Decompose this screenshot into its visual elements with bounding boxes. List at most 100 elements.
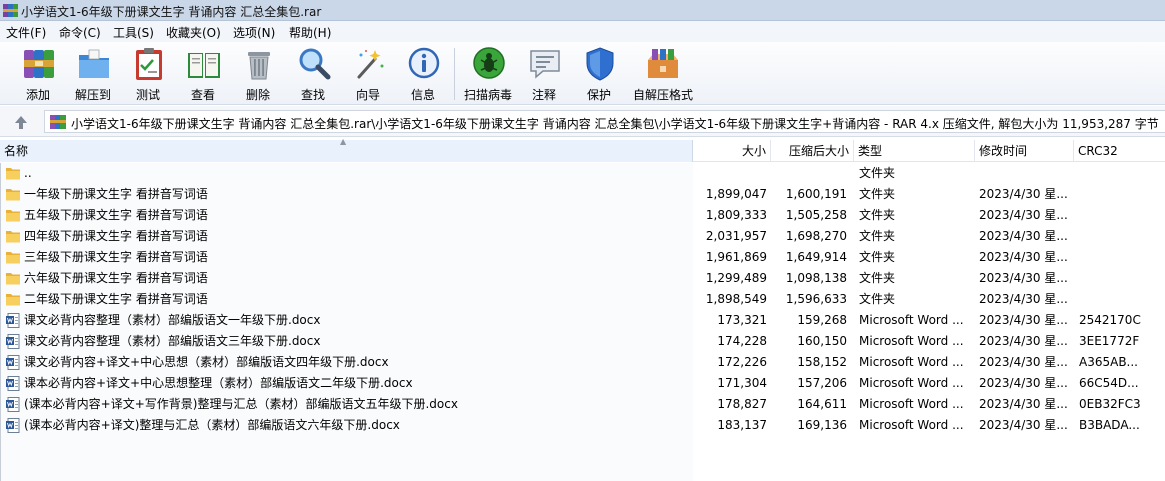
wizard-button[interactable]: 向导 — [338, 46, 398, 102]
row-size: 1,961,869 — [705, 250, 767, 264]
sfx-button[interactable]: 自解压格式 — [632, 46, 694, 102]
toolbar: 添加 解压到 测试 查看 删除 查找 向导 信息 扫描病毒 注释 保护 自解压格… — [0, 42, 1165, 105]
menu-help[interactable]: 帮助(H) — [289, 24, 331, 41]
row-type: Microsoft Word ... — [859, 313, 964, 327]
row-type: 文件夹 — [859, 250, 896, 264]
row-type: Microsoft Word ... — [859, 418, 964, 432]
row-size: 174,228 — [717, 334, 767, 348]
file-list: .. 文件夹 一年级下册课文生字 看拼音写词语 1,899,047 1,600,191 文… — [0, 163, 1165, 481]
extract-to-button[interactable]: 解压到 — [63, 46, 123, 102]
wizard-wand-icon — [357, 50, 384, 79]
row-size: 1,809,333 — [705, 208, 767, 222]
row-crc: 2542170C — [1079, 313, 1141, 327]
row-type: 文件夹 — [859, 166, 896, 180]
test-button[interactable]: 测试 — [118, 46, 178, 102]
folder-row[interactable]: 二年级下册课文生字 看拼音写词语 1,898,549 1,596,633 文件夹 202… — [0, 289, 1165, 310]
test-clipboard-icon — [136, 48, 162, 80]
header-name[interactable]: 名称 ▲ — [0, 137, 693, 162]
menu-tools[interactable]: 工具(S) — [113, 24, 154, 41]
add-button[interactable]: 添加 — [8, 46, 68, 102]
header-crc[interactable]: CRC32 — [1074, 140, 1165, 162]
row-name: 一年级下册课文生字 看拼音写词语 — [24, 187, 208, 201]
find-button[interactable]: 查找 — [283, 46, 343, 102]
folder-row[interactable]: 一年级下册课文生字 看拼音写词语 1,899,047 1,600,191 文件夹 202… — [0, 184, 1165, 205]
comment-icon — [530, 50, 560, 79]
row-packed-size: 1,596,633 — [785, 292, 847, 306]
row-crc — [1079, 247, 1161, 268]
row-modified — [979, 163, 1071, 184]
row-size: 1,899,047 — [705, 187, 767, 201]
row-modified: 2023/4/30 星... — [979, 292, 1068, 306]
header-name-label: 名称 — [4, 144, 29, 158]
folder-icon — [6, 231, 20, 243]
row-modified: 2023/4/30 星... — [979, 418, 1068, 432]
path-text: 小学语文1-6年级下册课文生字 背诵内容 汇总全集包.rar\小学语文1-6年级… — [71, 117, 1159, 131]
virus-scan-button[interactable]: 扫描病毒 — [458, 46, 518, 102]
archive-path-icon — [50, 115, 66, 129]
virus-scan-icon — [473, 47, 505, 79]
menu-commands[interactable]: 命令(C) — [59, 24, 101, 41]
folder-row[interactable]: 四年级下册课文生字 看拼音写词语 2,031,957 1,698,270 文件夹 202… — [0, 226, 1165, 247]
row-crc: B3BADA... — [1079, 418, 1140, 432]
protect-label: 保护 — [586, 88, 611, 102]
path-bar: 小学语文1-6年级下册课文生字 背诵内容 汇总全集包.rar\小学语文1-6年级… — [0, 106, 1165, 137]
row-type: 文件夹 — [859, 229, 896, 243]
wizard-label: 向导 — [355, 88, 380, 102]
row-crc: 66C54D... — [1079, 376, 1139, 390]
folder-icon — [6, 252, 20, 264]
row-size: 2,031,957 — [705, 229, 767, 243]
protect-button[interactable]: 保护 — [569, 46, 629, 102]
file-row[interactable]: 课文必背内容+译文+中心思想（素材）部编版语文四年级下册.docx 172,226… — [0, 352, 1165, 373]
row-packed-size: 157,206 — [797, 376, 847, 390]
file-row[interactable]: 课文必背内容整理（素材）部编版语文三年级下册.docx 174,228 160,15… — [0, 331, 1165, 352]
window-title: 小学语文1-6年级下册课文生字 背诵内容 汇总全集包.rar — [21, 5, 322, 19]
title-bar: 小学语文1-6年级下册课文生字 背诵内容 汇总全集包.rar — [0, 0, 1165, 21]
row-crc — [1079, 163, 1161, 184]
file-row[interactable]: (课本必背内容+译文)整理与汇总（素材）部编版语文六年级下册.docx 183,1… — [0, 415, 1165, 436]
folder-row[interactable]: 六年级下册课文生字 看拼音写词语 1,299,489 1,098,138 文件夹 202… — [0, 268, 1165, 289]
row-packed-size: 169,136 — [797, 418, 847, 432]
row-crc — [1079, 226, 1161, 247]
file-row[interactable]: (课本必背内容+译文+写作背景)整理与汇总（素材）部编版语文五年级下册.docx… — [0, 394, 1165, 415]
row-name: 课本必背内容+译文+中心思想整理（素材）部编版语文二年级下册.docx — [24, 376, 413, 390]
row-modified: 2023/4/30 星... — [979, 376, 1068, 390]
folder-row[interactable]: .. 文件夹 — [0, 163, 1165, 184]
row-packed-size: 160,150 — [797, 334, 847, 348]
row-name: .. — [24, 166, 32, 180]
comment-button[interactable]: 注释 — [514, 46, 574, 102]
row-modified: 2023/4/30 星... — [979, 313, 1068, 327]
row-name: (课本必背内容+译文)整理与汇总（素材）部编版语文六年级下册.docx — [24, 418, 400, 432]
row-crc — [1079, 184, 1161, 205]
row-modified: 2023/4/30 星... — [979, 229, 1068, 243]
view-button[interactable]: 查看 — [173, 46, 233, 102]
header-size[interactable]: 大小 — [693, 140, 771, 162]
word-document-icon — [6, 418, 20, 433]
menu-favorites[interactable]: 收藏夹(O) — [166, 24, 221, 41]
header-type[interactable]: 类型 — [854, 140, 975, 162]
up-arrow-icon[interactable] — [6, 111, 36, 133]
row-crc: 3EE1772F — [1079, 334, 1140, 348]
file-row[interactable]: 课本必背内容+译文+中心思想整理（素材）部编版语文二年级下册.docx 171,3… — [0, 373, 1165, 394]
add-label: 添加 — [25, 88, 50, 102]
sort-arrow-icon: ▲ — [340, 137, 347, 146]
path-field[interactable]: 小学语文1-6年级下册课文生字 背诵内容 汇总全集包.rar\小学语文1-6年级… — [44, 110, 1165, 133]
file-row[interactable]: 课文必背内容整理（素材）部编版语文一年级下册.docx 173,321 159,26… — [0, 310, 1165, 331]
row-name: 六年级下册课文生字 看拼音写词语 — [24, 271, 208, 285]
info-button[interactable]: 信息 — [393, 46, 453, 102]
menu-options[interactable]: 选项(N) — [233, 24, 275, 41]
row-modified: 2023/4/30 星... — [979, 397, 1068, 411]
winrar-app-icon — [3, 4, 18, 17]
word-document-icon — [6, 355, 20, 370]
row-size: 1,898,549 — [705, 292, 767, 306]
folder-row[interactable]: 五年级下册课文生字 看拼音写词语 1,809,333 1,505,258 文件夹 202… — [0, 205, 1165, 226]
row-crc: A365AB... — [1079, 355, 1138, 369]
header-packed[interactable]: 压缩后大小 — [771, 140, 854, 162]
menu-file[interactable]: 文件(F) — [6, 24, 46, 41]
folder-icon — [6, 210, 20, 222]
row-packed-size: 159,268 — [797, 313, 847, 327]
row-packed-size: 1,698,270 — [785, 229, 847, 243]
row-size: 171,304 — [717, 376, 767, 390]
folder-row[interactable]: 三年级下册课文生字 看拼音写词语 1,961,869 1,649,914 文件夹 202… — [0, 247, 1165, 268]
delete-button[interactable]: 删除 — [228, 46, 288, 102]
header-modified[interactable]: 修改时间 — [975, 140, 1074, 162]
